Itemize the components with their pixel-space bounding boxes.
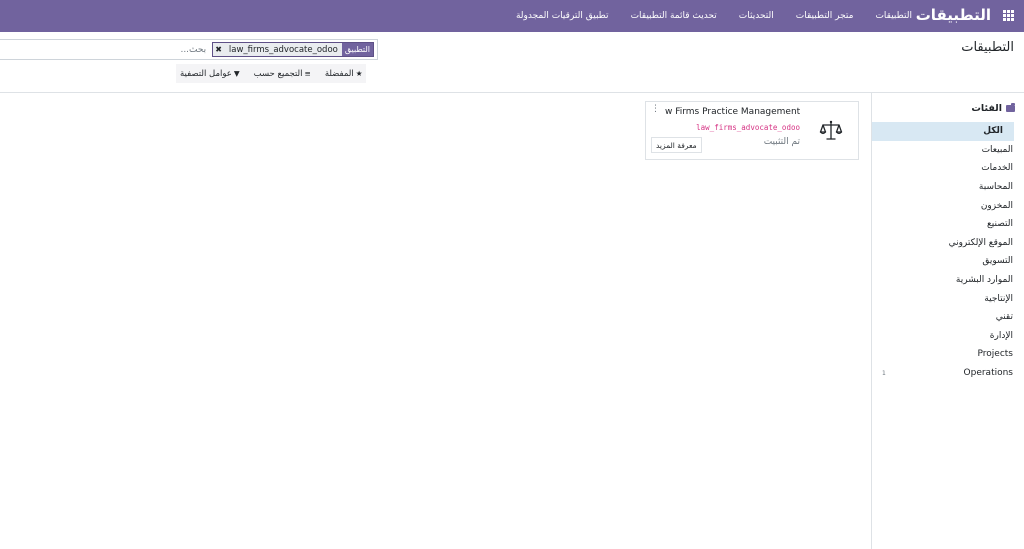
top-navbar: التطبيقات التطبيقات متجر التطبيقات التحد… bbox=[0, 0, 1024, 32]
favorites-label: المفضلة bbox=[324, 68, 354, 79]
search-input[interactable] bbox=[66, 44, 207, 55]
sidebar-item-label: Operations bbox=[963, 368, 1013, 379]
close-icon[interactable]: ✖ bbox=[213, 45, 225, 54]
filters-button[interactable]: ▼ عوامل التصفية bbox=[180, 69, 240, 79]
sidebar-item-operations[interactable]: Operations 1 bbox=[872, 364, 1024, 383]
categories-header: الفئات bbox=[971, 103, 1015, 114]
sidebar-item-inventory[interactable]: المخزون bbox=[872, 196, 1024, 215]
nav-item-apps[interactable]: التطبيقات bbox=[875, 11, 912, 21]
sidebar-item-label: تقني bbox=[995, 312, 1013, 323]
sidebar-item-label: Projects bbox=[977, 349, 1013, 360]
sidebar-item-accounting[interactable]: المحاسبة bbox=[872, 178, 1024, 197]
sidebar-item-label: الإنتاجية bbox=[984, 293, 1013, 304]
folder-icon bbox=[1006, 103, 1015, 112]
app-status: تم التثبيت bbox=[763, 137, 800, 147]
search-facet: التطبيق law_firms_advocate_odoo ✖ bbox=[212, 42, 374, 57]
app-name: w Firms Practice Management… bbox=[665, 107, 800, 117]
sidebar-item-services[interactable]: الخدمات bbox=[872, 159, 1024, 178]
navbar-menu: التطبيقات متجر التطبيقات التحديثات تحديث… bbox=[516, 0, 912, 32]
learn-more-button[interactable]: معرفة المزيد bbox=[651, 137, 702, 153]
grid-icon[interactable] bbox=[1003, 10, 1014, 21]
nav-item-update-apps-list[interactable]: تحديث قائمة التطبيقات bbox=[631, 11, 717, 21]
sidebar-item-website[interactable]: الموقع الإلكتروني bbox=[872, 234, 1024, 253]
search-box[interactable]: التطبيق law_firms_advocate_odoo ✖ bbox=[0, 39, 378, 60]
sidebar-item-projects[interactable]: Projects bbox=[872, 345, 1024, 364]
sidebar-item-label: المبيعات bbox=[981, 144, 1013, 155]
sidebar-item-marketing[interactable]: التسويق bbox=[872, 252, 1024, 271]
sidebar-item-all[interactable]: الكل bbox=[872, 122, 1014, 141]
sidebar-item-productivity[interactable]: الإنتاجية bbox=[872, 289, 1024, 308]
sidebar-item-administration[interactable]: الإدارة bbox=[872, 327, 1024, 346]
control-panel: التطبيقات التطبيق law_firms_advocate_odo… bbox=[0, 32, 1024, 93]
group-by-button[interactable]: ≡ التجميع حسب bbox=[254, 69, 311, 79]
sidebar-item-label: المخزون bbox=[980, 200, 1013, 211]
sidebar-item-label: الموقع الإلكتروني bbox=[948, 237, 1013, 248]
sidebar-item-label: الخدمات bbox=[981, 163, 1013, 174]
favorites-button[interactable]: ★ المفضلة bbox=[325, 69, 363, 79]
categories-header-label: الفئات bbox=[971, 103, 1002, 114]
facet-value: law_firms_advocate_odoo bbox=[228, 44, 338, 55]
sidebar-item-label: الموارد البشرية bbox=[955, 275, 1013, 286]
sidebar-item-technical[interactable]: تقني bbox=[872, 308, 1024, 327]
star-icon: ★ bbox=[355, 69, 363, 78]
sidebar-item-manufacturing[interactable]: التصنيع bbox=[872, 215, 1024, 234]
nav-item-app-store[interactable]: متجر التطبيقات bbox=[796, 11, 854, 21]
sidebar-item-label: الكل bbox=[983, 126, 1003, 137]
sidebar-item-human-resources[interactable]: الموارد البشرية bbox=[872, 271, 1024, 290]
filters-label: عوامل التصفية bbox=[180, 68, 232, 79]
nav-item-updates[interactable]: التحديثات bbox=[739, 11, 774, 21]
categories-sidebar: الفئات الكل المبيعات الخدمات المحاسبة ال… bbox=[871, 93, 1024, 549]
filter-icon: ▼ bbox=[233, 69, 240, 78]
navbar-app-title[interactable]: التطبيقات bbox=[916, 6, 991, 24]
sidebar-item-label: المحاسبة bbox=[978, 182, 1013, 193]
sidebar-item-label: التصنيع bbox=[987, 219, 1013, 230]
group-by-label: التجميع حسب bbox=[253, 68, 303, 79]
app-card[interactable]: w Firms Practice Management… law_firms_a… bbox=[645, 101, 859, 160]
kebab-menu-icon[interactable]: ⋮ bbox=[651, 105, 660, 114]
scales-icon bbox=[819, 120, 843, 140]
facet-label: التطبيق bbox=[341, 43, 373, 56]
bars-icon: ≡ bbox=[304, 69, 311, 78]
sidebar-item-count: 1 bbox=[882, 369, 886, 377]
sidebar-item-label: التسويق bbox=[982, 256, 1013, 267]
page-title: التطبيقات bbox=[961, 40, 1014, 55]
sidebar-item-label: الإدارة bbox=[989, 330, 1013, 341]
app-technical-name: law_firms_advocate_odoo bbox=[696, 123, 800, 132]
sidebar-item-sales[interactable]: المبيعات bbox=[872, 141, 1024, 160]
search-options: ▼ عوامل التصفية ≡ التجميع حسب ★ المفضلة bbox=[176, 64, 367, 83]
nav-item-apply-scheduled-upgrades[interactable]: تطبيق الترقيات المجدولة bbox=[516, 11, 609, 21]
categories-list: الكل المبيعات الخدمات المحاسبة المخزون ا… bbox=[872, 122, 1024, 382]
